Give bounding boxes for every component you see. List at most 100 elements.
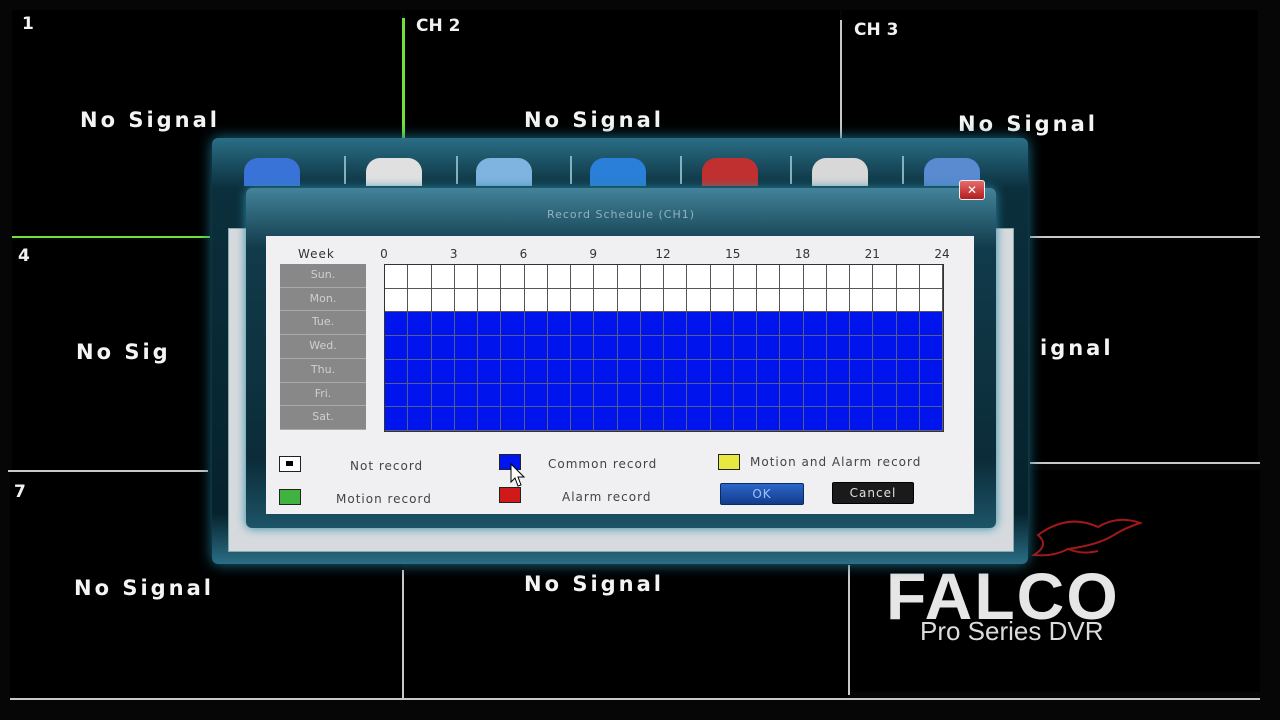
schedule-cell[interactable]: [850, 265, 874, 289]
schedule-cell[interactable]: [617, 312, 641, 337]
device-icon[interactable]: [812, 158, 868, 186]
schedule-cell[interactable]: [896, 288, 920, 313]
schedule-cell[interactable]: [501, 288, 525, 313]
day-label[interactable]: Fri.: [280, 382, 366, 407]
schedule-cell[interactable]: [501, 383, 525, 408]
schedule-cell[interactable]: [826, 336, 850, 360]
schedule-cell[interactable]: [850, 359, 874, 384]
schedule-cell[interactable]: [385, 359, 409, 384]
schedule-cell[interactable]: [547, 312, 571, 337]
schedule-grid[interactable]: [384, 264, 944, 432]
schedule-cell[interactable]: [594, 359, 618, 384]
schedule-cell[interactable]: [780, 288, 804, 313]
schedule-cell[interactable]: [524, 336, 548, 360]
schedule-cell[interactable]: [640, 359, 664, 384]
schedule-cell[interactable]: [687, 288, 711, 313]
schedule-cell[interactable]: [524, 312, 548, 337]
ok-button[interactable]: OK: [720, 483, 804, 505]
schedule-cell[interactable]: [478, 383, 502, 408]
day-label[interactable]: Sat.: [280, 406, 366, 430]
schedule-cell[interactable]: [524, 288, 548, 313]
schedule-cell[interactable]: [408, 359, 432, 384]
schedule-cell[interactable]: [385, 336, 409, 360]
schedule-cell[interactable]: [664, 336, 688, 360]
schedule-cell[interactable]: [687, 265, 711, 289]
schedule-cell[interactable]: [733, 336, 757, 360]
schedule-cell[interactable]: [757, 288, 781, 313]
schedule-cell[interactable]: [803, 359, 827, 384]
schedule-cell[interactable]: [501, 407, 525, 431]
close-button[interactable]: ✕: [959, 180, 985, 200]
schedule-cell[interactable]: [757, 359, 781, 384]
schedule-cell[interactable]: [408, 407, 432, 431]
schedule-cell[interactable]: [385, 312, 409, 337]
schedule-cell[interactable]: [710, 265, 734, 289]
schedule-cell[interactable]: [454, 407, 478, 431]
schedule-cell[interactable]: [733, 407, 757, 431]
day-label[interactable]: Thu.: [280, 358, 366, 383]
schedule-cell[interactable]: [850, 312, 874, 337]
schedule-cell[interactable]: [664, 383, 688, 408]
schedule-cell[interactable]: [408, 288, 432, 313]
schedule-cell[interactable]: [803, 312, 827, 337]
schedule-cell[interactable]: [501, 265, 525, 289]
schedule-cell[interactable]: [594, 336, 618, 360]
schedule-cell[interactable]: [478, 407, 502, 431]
schedule-cell[interactable]: [780, 336, 804, 360]
schedule-cell[interactable]: [617, 336, 641, 360]
schedule-cell[interactable]: [757, 312, 781, 337]
schedule-cell[interactable]: [664, 312, 688, 337]
schedule-cell[interactable]: [524, 383, 548, 408]
schedule-cell[interactable]: [826, 383, 850, 408]
schedule-cell[interactable]: [431, 359, 455, 384]
schedule-cell[interactable]: [803, 336, 827, 360]
schedule-cell[interactable]: [896, 383, 920, 408]
schedule-cell[interactable]: [431, 312, 455, 337]
schedule-cell[interactable]: [896, 336, 920, 360]
schedule-cell[interactable]: [431, 383, 455, 408]
schedule-cell[interactable]: [408, 265, 432, 289]
schedule-cell[interactable]: [826, 359, 850, 384]
schedule-cell[interactable]: [431, 265, 455, 289]
schedule-cell[interactable]: [385, 407, 409, 431]
day-label[interactable]: Wed.: [280, 335, 366, 359]
schedule-cell[interactable]: [478, 359, 502, 384]
folder-icon[interactable]: [244, 158, 300, 186]
schedule-cell[interactable]: [594, 407, 618, 431]
schedule-cell[interactable]: [524, 407, 548, 431]
schedule-cell[interactable]: [640, 407, 664, 431]
schedule-cell[interactable]: [710, 407, 734, 431]
schedule-cell[interactable]: [547, 383, 571, 408]
day-label[interactable]: Sun.: [280, 264, 366, 288]
schedule-cell[interactable]: [780, 407, 804, 431]
schedule-cell[interactable]: [733, 383, 757, 408]
schedule-cell[interactable]: [664, 359, 688, 384]
schedule-cell[interactable]: [919, 383, 943, 408]
schedule-cell[interactable]: [640, 383, 664, 408]
schedule-cell[interactable]: [757, 265, 781, 289]
schedule-cell[interactable]: [919, 336, 943, 360]
schedule-cell[interactable]: [524, 265, 548, 289]
schedule-cell[interactable]: [710, 336, 734, 360]
schedule-cell[interactable]: [617, 359, 641, 384]
schedule-cell[interactable]: [571, 359, 595, 384]
schedule-cell[interactable]: [408, 336, 432, 360]
globe-icon[interactable]: [590, 158, 646, 186]
schedule-cell[interactable]: [594, 265, 618, 289]
schedule-cell[interactable]: [733, 288, 757, 313]
schedule-cell[interactable]: [873, 312, 897, 337]
motion-alarm-record-swatch[interactable]: [718, 454, 740, 470]
schedule-cell[interactable]: [664, 265, 688, 289]
schedule-cell[interactable]: [826, 288, 850, 313]
schedule-cell[interactable]: [873, 336, 897, 360]
film-reel-icon[interactable]: [366, 158, 422, 186]
schedule-cell[interactable]: [571, 383, 595, 408]
schedule-cell[interactable]: [803, 288, 827, 313]
schedule-cell[interactable]: [826, 407, 850, 431]
schedule-cell[interactable]: [431, 336, 455, 360]
motion-record-swatch[interactable]: [279, 489, 301, 505]
schedule-cell[interactable]: [780, 359, 804, 384]
schedule-cell[interactable]: [710, 383, 734, 408]
schedule-cell[interactable]: [454, 336, 478, 360]
schedule-cell[interactable]: [873, 359, 897, 384]
